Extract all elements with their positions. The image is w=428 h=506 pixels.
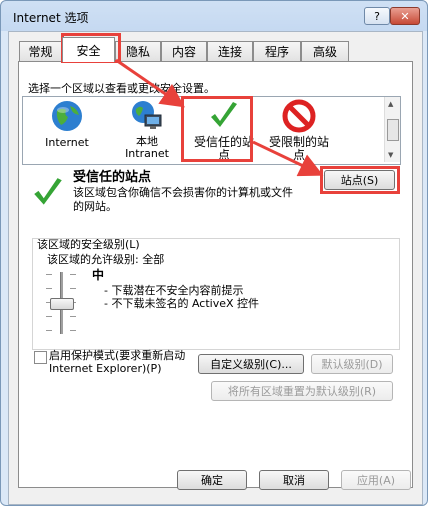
arrow-tab-to-zone: [115, 58, 185, 108]
annotation-arrows: [115, 58, 324, 177]
tab-security[interactable]: 安全: [62, 37, 115, 62]
arrow-zone-to-sites: [252, 140, 324, 177]
